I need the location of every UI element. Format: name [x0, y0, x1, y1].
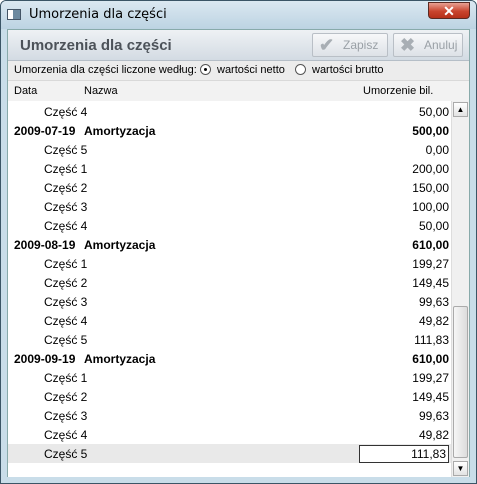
window-icon [7, 9, 21, 20]
calculation-options: Umorzenia dla części liczone według: war… [8, 60, 469, 80]
row-name: Część 4 [44, 428, 88, 442]
row-name: Część 3 [44, 200, 88, 214]
table-row[interactable]: Część 5 111,83 [8, 444, 451, 463]
row-amount: 49,82 [418, 428, 449, 442]
row-amount: 200,00 [412, 162, 449, 176]
window-title: Umorzenia dla części [29, 7, 167, 22]
row-name: Część 1 [44, 162, 88, 176]
dialog-window: Umorzenia dla części ✕ Umorzenia dla czę… [0, 0, 477, 484]
table-row[interactable]: Część 4 49,82 [8, 311, 451, 330]
column-date[interactable]: Data [14, 85, 37, 97]
net-value-label[interactable]: wartości netto [217, 64, 285, 76]
row-date: 2009-08-19 [14, 238, 76, 252]
row-name: Część 5 [44, 143, 88, 157]
title-bar[interactable]: Umorzenia dla części ✕ [1, 1, 476, 29]
gross-value-radio[interactable] [295, 64, 306, 75]
row-amount: 99,63 [418, 295, 449, 309]
net-value-radio[interactable] [200, 64, 211, 75]
depreciation-grid[interactable]: Część 4 50,00 2009-07-19 Amortyzacja 500,00 C… [8, 101, 451, 477]
scroll-up-arrow-icon[interactable]: ▲ [453, 102, 468, 117]
table-row[interactable]: Część 3 99,63 [8, 406, 451, 425]
row-name: Część 2 [44, 276, 88, 290]
row-name: Część 3 [44, 295, 88, 309]
row-amount: 99,63 [418, 409, 449, 423]
table-row[interactable]: Część 4 50,00 [8, 216, 451, 235]
row-amount: 199,27 [412, 257, 449, 271]
vertical-scrollbar[interactable]: ▲ ▼ [451, 101, 469, 477]
table-row[interactable]: Część 2 149,45 [8, 387, 451, 406]
row-amount: 610,00 [412, 238, 449, 252]
table-row[interactable]: Część 5 0,00 [8, 140, 451, 159]
row-date: 2009-09-19 [14, 352, 76, 366]
column-header: Data Nazwa Umorzenie bil. [8, 80, 469, 102]
table-row[interactable]: Część 1 200,00 [8, 159, 451, 178]
table-row[interactable]: Część 1 199,27 [8, 254, 451, 273]
scroll-thumb[interactable] [453, 306, 468, 458]
page-title: Umorzenia dla części [20, 37, 172, 54]
x-icon: ✖ [400, 35, 416, 55]
row-amount: 50,00 [418, 105, 449, 119]
row-amount: 199,27 [412, 371, 449, 385]
row-amount: 149,45 [412, 276, 449, 290]
save-button[interactable]: ✔ Zapisz [312, 33, 388, 57]
cancel-button-label: Anuluj [424, 38, 458, 52]
dialog-content: Umorzenia dla części ✔ Zapisz ✖ Anuluj U… [7, 29, 470, 477]
row-name: Amortyzacja [84, 238, 156, 252]
table-row[interactable]: Część 1 199,27 [8, 368, 451, 387]
scroll-down-arrow-icon[interactable]: ▼ [453, 461, 468, 476]
group-row[interactable]: 2009-08-19 Amortyzacja 610,00 [8, 235, 451, 254]
group-row[interactable]: 2009-09-19 Amortyzacja 610,00 [8, 349, 451, 368]
row-name: Część 1 [44, 257, 88, 271]
row-amount: 50,00 [418, 219, 449, 233]
gross-value-label[interactable]: wartości brutto [312, 64, 384, 76]
table-row[interactable]: Część 3 99,63 [8, 292, 451, 311]
table-row[interactable]: Część 4 49,82 [8, 425, 451, 444]
row-name: Część 2 [44, 181, 88, 195]
row-name: Część 3 [44, 409, 88, 423]
save-button-label: Zapisz [343, 38, 379, 52]
table-row[interactable]: Część 5 111,83 [8, 330, 451, 349]
table-row[interactable]: Część 4 50,00 [8, 102, 451, 121]
table-row[interactable]: Część 2 150,00 [8, 178, 451, 197]
row-amount: 49,82 [418, 314, 449, 328]
row-name: Amortyzacja [84, 124, 156, 138]
row-date: 2009-07-19 [14, 124, 76, 138]
row-name: Część 4 [44, 314, 88, 328]
options-label: Umorzenia dla części liczone według: [14, 64, 197, 76]
row-name: Część 5 [44, 447, 88, 461]
row-amount: 0,00 [425, 143, 449, 157]
row-amount: 111,83 [414, 333, 449, 347]
row-amount: 100,00 [412, 200, 449, 214]
row-name: Część 4 [44, 219, 88, 233]
group-row[interactable]: 2009-07-19 Amortyzacja 500,00 [8, 121, 451, 140]
row-amount: 150,00 [412, 181, 449, 195]
close-icon: ✕ [443, 3, 455, 19]
row-name: Część 4 [44, 105, 88, 119]
column-amount[interactable]: Umorzenie bil. [363, 85, 433, 97]
column-name[interactable]: Nazwa [84, 85, 118, 97]
row-amount: 149,45 [412, 390, 449, 404]
row-name: Amortyzacja [84, 352, 156, 366]
row-amount[interactable]: 111,83 [359, 445, 449, 463]
close-button[interactable]: ✕ [428, 2, 470, 19]
row-amount: 610,00 [412, 352, 449, 366]
check-icon: ✔ [319, 35, 335, 55]
row-name: Część 5 [44, 333, 88, 347]
row-name: Część 1 [44, 371, 88, 385]
table-row[interactable]: Część 3 100,00 [8, 197, 451, 216]
row-amount: 500,00 [412, 124, 449, 138]
header-bar: Umorzenia dla części ✔ Zapisz ✖ Anuluj [8, 30, 469, 61]
table-row[interactable]: Część 2 149,45 [8, 273, 451, 292]
row-name: Część 2 [44, 390, 88, 404]
cancel-button[interactable]: ✖ Anuluj [393, 33, 463, 57]
